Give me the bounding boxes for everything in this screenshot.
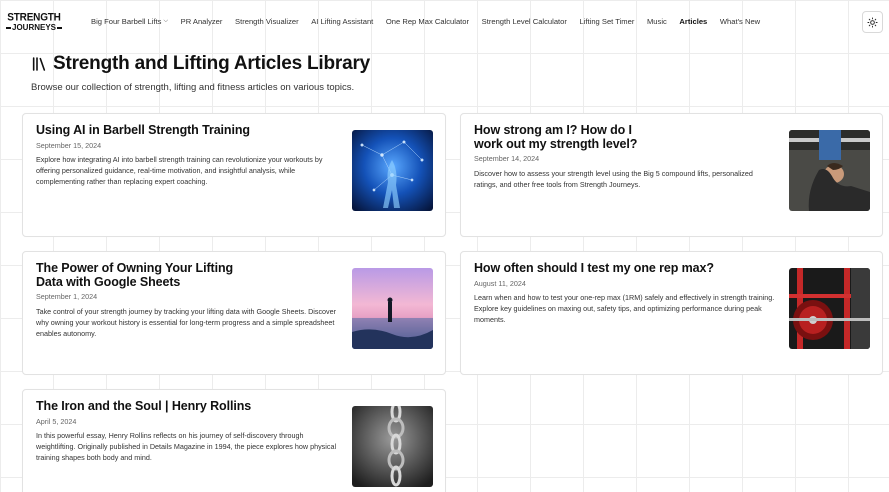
main-nav: Big Four Barbell Lifts ⌵ PR Analyzer Str…: [91, 17, 773, 26]
nav-item-label: Lifting Set Timer: [579, 17, 635, 26]
nav-item-articles[interactable]: Articles: [679, 17, 707, 26]
bench-press-woman-image[interactable]: [789, 130, 870, 211]
strength-journeys-logo[interactable]: STRENGTH JOURNEYS: [6, 10, 63, 35]
article-card[interactable]: The Power of Owning Your Lifting Data wi…: [22, 251, 446, 375]
nav-item-pr-analyzer[interactable]: PR Analyzer: [181, 17, 223, 26]
nav-item-strength-level-calculator[interactable]: Strength Level Calculator: [482, 17, 567, 26]
ai-network-figure-image[interactable]: [352, 130, 433, 211]
chevron-down-icon: ⌵: [163, 18, 169, 24]
nav-item-label: Articles: [679, 17, 708, 26]
article-card[interactable]: How strong am I? How do I work out my st…: [460, 113, 883, 237]
nav-item-label: One Rep Max Calculator: [385, 17, 470, 26]
page-title: Strength and Lifting Articles Library: [53, 53, 371, 74]
nav-item-label: Big Four Barbell Lifts: [91, 17, 162, 26]
sunset-beach-person-image[interactable]: [352, 268, 433, 349]
article-card[interactable]: How often should I test my one rep max? …: [460, 251, 883, 375]
article-date: September 14, 2024: [474, 154, 540, 163]
article-date: April 5, 2024: [36, 417, 77, 426]
article-title[interactable]: Using AI in Barbell Strength Training: [36, 123, 286, 138]
nav-item-strength-visualizer[interactable]: Strength Visualizer: [235, 17, 299, 26]
article-date: September 1, 2024: [36, 292, 98, 301]
article-description: In this powerful essay, Henry Rollins re…: [36, 431, 337, 463]
nav-item-label: Music: [646, 17, 667, 26]
sun-icon: [867, 16, 878, 28]
page-header: Strength and Lifting Articles Library: [31, 53, 370, 75]
article-description: Discover how to assess your strength lev…: [474, 169, 753, 190]
page-subtitle: Browse our collection of strength, lifti…: [31, 82, 355, 93]
nav-item-label: Strength Visualizer: [235, 17, 299, 26]
article-card[interactable]: The Iron and the Soul | Henry Rollins Ap…: [22, 389, 446, 492]
nav-item-label: AI Lifting Assistant: [311, 17, 374, 26]
article-title[interactable]: The Iron and the Soul | Henry Rollins: [36, 399, 296, 414]
article-description: Learn when and how to test your one-rep …: [474, 293, 775, 325]
nav-item-one-rep-max-calculator[interactable]: One Rep Max Calculator: [386, 17, 469, 26]
logo-line-2-text: JOURNEYS: [12, 23, 57, 32]
nav-item-label: Strength Level Calculator: [481, 17, 567, 26]
squat-rack-plates-image[interactable]: [789, 268, 870, 349]
article-date: September 15, 2024: [36, 141, 102, 150]
article-title[interactable]: How often should I test my one rep max?: [474, 261, 774, 276]
nav-item-label: PR Analyzer: [180, 17, 223, 26]
library-icon: [32, 57, 46, 71]
logo-line-2: JOURNEYS: [5, 23, 63, 33]
nav-item-music[interactable]: Music: [647, 17, 667, 26]
article-description: Explore how integrating AI into barbell …: [36, 155, 323, 187]
article-date: August 11, 2024: [474, 279, 526, 288]
nav-item-lifting-set-timer[interactable]: Lifting Set Timer: [580, 17, 635, 26]
theme-toggle-button[interactable]: [862, 11, 883, 33]
article-title[interactable]: The Power of Owning Your Lifting Data wi…: [36, 261, 236, 289]
top-navigation: STRENGTH JOURNEYS Big Four Barbell Lifts…: [0, 0, 889, 46]
nav-item-ai-lifting-assistant[interactable]: AI Lifting Assistant: [311, 17, 373, 26]
article-description: Take control of your strength journey by…: [36, 307, 337, 339]
nav-item-whats-new[interactable]: What's New: [720, 17, 760, 26]
chain-image[interactable]: [352, 406, 433, 487]
logo-line-1: STRENGTH: [7, 11, 61, 24]
article-card[interactable]: Using AI in Barbell Strength Training Se…: [22, 113, 446, 237]
nav-item-label: What's New: [719, 17, 761, 26]
article-title[interactable]: How strong am I? How do I work out my st…: [474, 123, 654, 151]
nav-item-big-four[interactable]: Big Four Barbell Lifts ⌵: [91, 17, 168, 26]
